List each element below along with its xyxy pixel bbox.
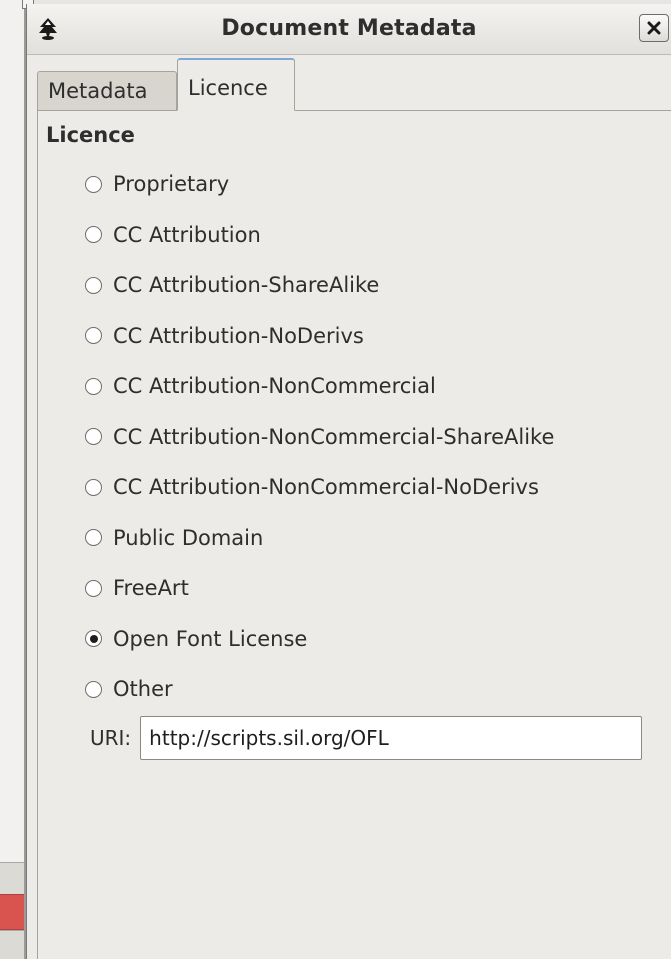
licence-option-label: CC Attribution-NonCommercial: [113, 374, 436, 399]
licence-panel: Licence Proprietary CC Attribution CC Attr…: [37, 110, 671, 959]
licence-option-label: Proprietary: [113, 172, 230, 197]
close-button[interactable]: [639, 14, 669, 42]
licence-section-title: Licence: [46, 123, 135, 147]
background-app-panel: [0, 930, 25, 959]
radio-button[interactable]: [85, 377, 102, 395]
licence-option[interactable]: CC Attribution-ShareAlike: [85, 260, 554, 311]
dialog-title: Document Metadata: [221, 16, 477, 41]
radio-dot: [89, 634, 98, 643]
licence-option[interactable]: Public Domain: [85, 513, 554, 564]
licence-option-label: CC Attribution-NonCommercial-NoDerivs: [113, 475, 539, 500]
radio-button[interactable]: [85, 579, 102, 597]
licence-option-label: CC Attribution-NonCommercial-ShareAlike: [113, 424, 555, 449]
tab-metadata[interactable]: Metadata: [37, 71, 177, 110]
licence-option[interactable]: CC Attribution-NonCommercial-NoDerivs: [85, 462, 554, 513]
radio-button[interactable]: [85, 478, 102, 496]
dialog-titlebar[interactable]: Document Metadata: [27, 4, 671, 55]
radio-button[interactable]: [85, 428, 102, 446]
licence-option[interactable]: FreeArt: [85, 563, 554, 614]
licence-option[interactable]: Proprietary: [85, 159, 554, 210]
tab-licence[interactable]: Licence: [177, 58, 295, 111]
licence-option[interactable]: CC Attribution-NoDerivs: [85, 311, 554, 362]
radio-button[interactable]: [85, 680, 102, 698]
uri-row: URI:: [90, 716, 643, 760]
radio-button[interactable]: [85, 226, 102, 244]
licence-option-label: Open Font License: [113, 626, 308, 651]
licence-option-label: CC Attribution: [113, 222, 261, 247]
screen: Document Metadata Metadata Licence Licen…: [0, 0, 671, 959]
licence-option[interactable]: CC Attribution-NonCommercial-ShareAlike: [85, 412, 554, 463]
licence-option-label: Public Domain: [113, 525, 264, 550]
uri-input[interactable]: [140, 716, 643, 760]
radio-button[interactable]: [85, 276, 102, 294]
licence-option-label: CC Attribution-ShareAlike: [113, 273, 380, 298]
radio-button[interactable]: [85, 175, 102, 193]
licence-option-label: CC Attribution-NoDerivs: [113, 323, 364, 348]
background-app: [0, 0, 26, 959]
background-app-color-swatch: [0, 894, 25, 930]
licence-option[interactable]: CC Attribution: [85, 210, 554, 261]
radio-button[interactable]: [85, 529, 102, 547]
licence-option[interactable]: Other: [85, 664, 554, 715]
licence-option-label: FreeArt: [113, 576, 189, 601]
licence-options: Proprietary CC Attribution CC Attribution-…: [85, 159, 554, 715]
background-app-panel: [0, 862, 25, 898]
uri-label: URI:: [90, 726, 132, 750]
licence-option[interactable]: Open Font License: [85, 614, 554, 665]
licence-option-label: Other: [113, 677, 173, 702]
radio-button[interactable]: [85, 327, 102, 345]
licence-option[interactable]: CC Attribution-NonCommercial: [85, 361, 554, 412]
radio-button-checked[interactable]: [85, 630, 102, 648]
document-metadata-dialog: Document Metadata Metadata Licence Licen…: [26, 4, 671, 959]
close-icon: [647, 21, 661, 35]
